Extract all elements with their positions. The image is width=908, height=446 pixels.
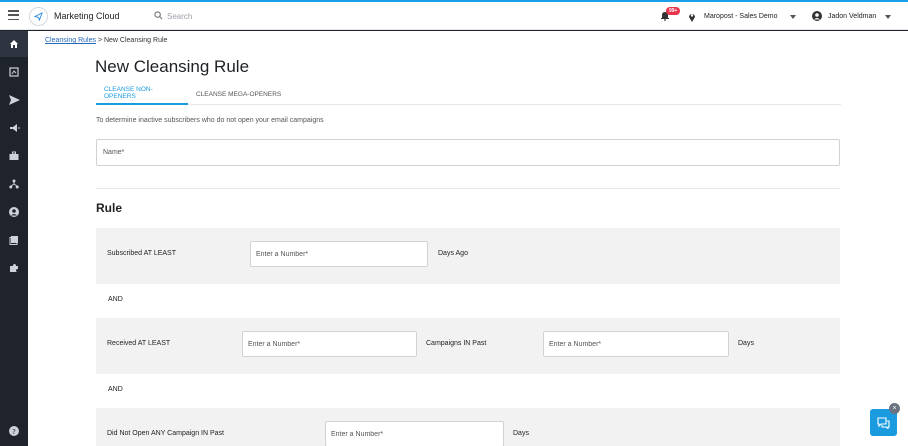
help-icon[interactable]: ? <box>0 418 28 444</box>
breadcrumb-separator: > <box>97 37 103 44</box>
brand-name: Marketing Cloud <box>54 11 120 21</box>
page-title: New Cleansing Rule <box>95 57 250 76</box>
rule-row-did-not-open: Did Not Open ANY Campaign IN Past Days <box>96 408 840 446</box>
rule-middle-label: Campaigns IN Past <box>426 340 487 347</box>
not-opened-days-input[interactable] <box>326 422 503 446</box>
tab-cleanse-mega-openers[interactable]: CLEANSE MEGA-OPENERS <box>188 83 298 105</box>
tab-cleanse-non-openers[interactable]: CLEANSE NON-OPENERS <box>96 83 188 105</box>
subscribed-days-input[interactable] <box>251 242 427 266</box>
rule-suffix: Days <box>738 340 754 347</box>
user-avatar-icon[interactable] <box>812 11 822 21</box>
contacts-icon[interactable] <box>0 199 28 225</box>
rule-row-subscribed: Subscribed AT LEAST Days Ago <box>96 228 840 284</box>
number-field-wrapper <box>250 241 428 267</box>
user-menu[interactable]: Jadon Veldman <box>828 13 876 20</box>
number-field-wrapper <box>325 421 504 446</box>
breadcrumb-current: New Cleansing Rule <box>103 37 168 44</box>
reports-icon[interactable] <box>0 59 28 85</box>
rule-label: Received AT LEAST <box>107 340 171 347</box>
location-pin-icon <box>689 14 695 22</box>
rule-description: To determine inactive subscribers who do… <box>96 117 324 124</box>
tab-bar: CLEANSE NON-OPENERS CLEANSE MEGA-OPENERS <box>96 83 841 105</box>
search-icon[interactable] <box>154 11 163 20</box>
tab-label: CLEANSE NON-OPENERS <box>104 86 153 100</box>
received-days-input[interactable] <box>544 332 728 356</box>
rule-suffix: Days Ago <box>438 250 468 257</box>
home-icon[interactable] <box>0 31 28 57</box>
rule-suffix: Days <box>513 430 529 437</box>
chevron-down-icon[interactable] <box>790 15 796 19</box>
sidebar: ? <box>0 31 28 446</box>
megaphone-icon[interactable] <box>0 115 28 141</box>
account-switcher[interactable]: Maropost - Sales Demo <box>704 13 778 20</box>
svg-text:?: ? <box>12 428 16 436</box>
name-field-wrapper <box>96 139 840 166</box>
send-icon[interactable] <box>0 87 28 113</box>
content-icon[interactable] <box>0 227 28 253</box>
brand-logo-icon[interactable] <box>29 7 48 26</box>
main-content: Cleansing Rules > New Cleansing Rule New… <box>28 31 908 446</box>
and-connector: AND <box>108 386 123 393</box>
search-input[interactable]: Search <box>167 12 192 21</box>
rule-label: Did Not Open ANY Campaign IN Past <box>107 430 224 437</box>
briefcase-icon[interactable] <box>0 143 28 169</box>
and-connector: AND <box>108 296 123 303</box>
top-header: Marketing Cloud Search 99+ Maropost - Sa… <box>0 2 908 30</box>
chevron-down-icon[interactable] <box>885 15 891 19</box>
breadcrumb-link-cleansing-rules[interactable]: Cleansing Rules <box>45 37 96 44</box>
name-input[interactable] <box>97 140 839 165</box>
rule-label: Subscribed AT LEAST <box>107 250 176 257</box>
received-campaigns-input[interactable] <box>243 332 416 356</box>
rule-row-received: Received AT LEAST Campaigns IN Past Days <box>96 318 840 374</box>
close-icon[interactable]: × <box>889 403 900 414</box>
notification-badge: 99+ <box>666 7 681 15</box>
rule-section-title: Rule <box>96 201 123 215</box>
section-divider <box>96 188 840 189</box>
tab-label: CLEANSE MEGA-OPENERS <box>196 90 282 98</box>
puzzle-icon[interactable] <box>0 255 28 281</box>
app-window: Marketing Cloud Search 99+ Maropost - Sa… <box>0 0 908 446</box>
number-field-wrapper <box>543 331 729 357</box>
chat-icon <box>877 416 890 429</box>
hamburger-menu-icon[interactable] <box>8 10 19 20</box>
breadcrumb: Cleansing Rules > New Cleansing Rule <box>45 37 167 44</box>
workflow-icon[interactable] <box>0 171 28 197</box>
number-field-wrapper <box>242 331 417 357</box>
